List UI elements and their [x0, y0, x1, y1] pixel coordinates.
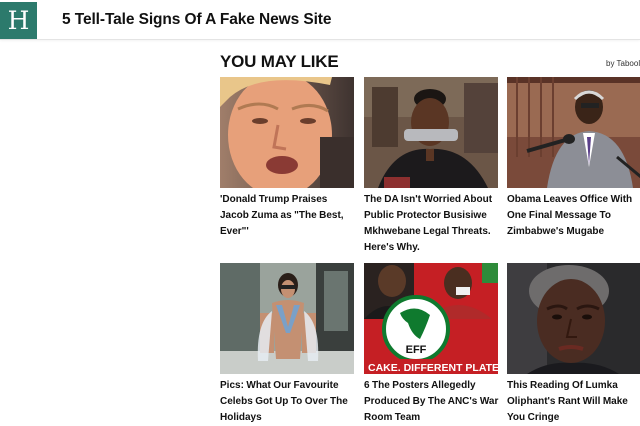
card-caption[interactable]: Pics: What Our Favourite Celebs Got Up T…: [220, 378, 356, 426]
card-thumbnail[interactable]: EFF CAKE. DIFFERENT PLATE: [364, 263, 498, 374]
article-title[interactable]: 5 Tell-Tale Signs Of A Fake News Site: [62, 11, 331, 29]
eff-poster-photo: EFF CAKE. DIFFERENT PLATE: [364, 263, 498, 374]
widget-attribution[interactable]: by Taboola: [606, 59, 640, 68]
woman-closeup-photo: [507, 263, 640, 374]
poster-logo-text: EFF: [406, 344, 427, 356]
card-thumbnail[interactable]: [364, 77, 498, 188]
man-at-podium-photo: [507, 77, 640, 188]
card-thumbnail[interactable]: [507, 77, 640, 188]
woman-portrait-photo: [364, 77, 498, 188]
card-caption[interactable]: 'Donald Trump Praises Jacob Zuma as "The…: [220, 192, 356, 240]
recommendations-header: YOU MAY LIKE by Taboola: [220, 52, 640, 74]
card-caption[interactable]: This Reading Of Lumka Oliphant's Rant Wi…: [507, 378, 640, 426]
card-caption[interactable]: The DA Isn't Worried About Public Protec…: [364, 192, 500, 256]
card-thumbnail[interactable]: [220, 77, 354, 188]
woman-swimsuit-photo: [220, 263, 354, 374]
widget-title: YOU MAY LIKE: [220, 52, 339, 71]
site-logo[interactable]: H: [0, 2, 37, 39]
card-caption[interactable]: 6 The Posters Allegedly Produced By The …: [364, 378, 500, 426]
card-caption[interactable]: Obama Leaves Office With One Final Messa…: [507, 192, 640, 240]
card-thumbnail[interactable]: [507, 263, 640, 374]
top-header-bar: H 5 Tell-Tale Signs Of A Fake News Site: [0, 0, 640, 40]
man-speaking-photo: [220, 77, 354, 188]
poster-banner-text: CAKE. DIFFERENT PLATE: [368, 362, 498, 374]
card-thumbnail[interactable]: [220, 263, 354, 374]
